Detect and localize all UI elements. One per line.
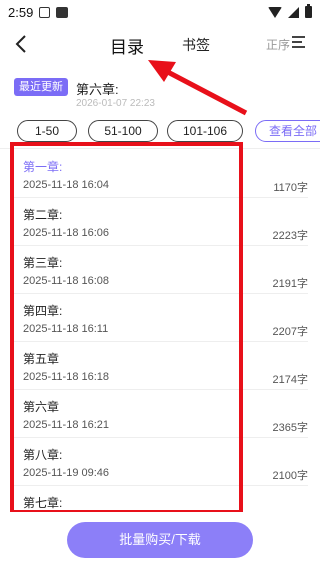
range-pill-101-106[interactable]: 101-106 — [167, 120, 243, 142]
back-button[interactable] — [10, 32, 34, 56]
notification-icon — [39, 6, 51, 18]
tab-bookmarks[interactable]: 书签 — [182, 35, 210, 55]
chapter-title: 第四章: — [23, 304, 63, 318]
chapter-title: 第五章 — [23, 352, 60, 366]
range-pill-1-50[interactable]: 1-50 — [17, 120, 77, 142]
chapter-date: 2025-11-18 16:11 — [23, 323, 109, 335]
chapter-word-count: 2365字 — [272, 422, 308, 434]
chapter-title: 第三章: — [23, 256, 63, 270]
sort-order-toggle[interactable]: 正序 — [266, 36, 290, 53]
chapter-item[interactable]: 第三章: 2025-11-18 16:08 2191字 — [12, 246, 308, 294]
chapter-item[interactable]: 第一章: 2025-11-18 16:04 1170字 — [12, 150, 308, 198]
chapter-word-count: 2207字 — [272, 326, 308, 338]
chapter-word-count: 2191字 — [272, 278, 308, 290]
wifi-icon — [268, 6, 282, 18]
chapter-date: 2025-11-19 09:46 — [23, 467, 110, 479]
chapter-title: 第一章: — [23, 160, 63, 174]
battery-icon — [305, 4, 312, 18]
latest-chapter-title: 第六章: — [76, 82, 119, 97]
image-notification-icon — [56, 6, 69, 18]
status-bar: 2:59 — [0, 0, 320, 24]
status-time: 2:59 — [8, 4, 34, 20]
chapter-word-count: 2174字 — [272, 374, 308, 386]
chapter-title: 第六章 — [23, 400, 60, 414]
chapter-item[interactable]: 第六章 2025-11-18 16:21 2365字 — [12, 390, 308, 438]
nav-bar: 目录 书签 正序 — [0, 24, 320, 64]
chapter-title: 第二章: — [23, 208, 63, 222]
range-pill-51-100[interactable]: 51-100 — [88, 120, 158, 142]
signal-icon — [288, 6, 299, 18]
chapter-word-count: 2223字 — [272, 230, 308, 242]
chapter-range-tabs: 1-50 51-100 101-106 查看全部 — [17, 120, 320, 144]
chapter-date: 2025-11-18 16:21 — [23, 419, 110, 431]
divider — [0, 148, 320, 149]
chapter-title: 第八章: — [23, 448, 63, 462]
chapter-item[interactable]: 第五章 2025-11-18 16:18 2174字 — [12, 342, 308, 390]
latest-update[interactable]: 最近更新 第六章: 2026-01-07 22:23 — [14, 78, 314, 114]
chapter-item[interactable]: 第二章: 2025-11-18 16:06 2223字 — [12, 198, 308, 246]
view-all-button[interactable]: 查看全部 — [255, 120, 320, 142]
chevron-left-icon — [15, 35, 26, 53]
bulk-buy-download-button[interactable]: 批量购买/下载 — [67, 522, 253, 558]
chapter-word-count: 2100字 — [272, 470, 308, 482]
chapter-word-count: 1170字 — [273, 182, 308, 194]
tab-contents[interactable]: 目录 — [110, 33, 144, 58]
chapter-list: 第一章: 2025-11-18 16:04 1170字第二章: 2025-11-18 … — [12, 150, 308, 510]
chapter-item[interactable]: 第四章: 2025-11-18 16:11 2207字 — [12, 294, 308, 342]
sort-lines-icon[interactable] — [292, 36, 308, 50]
chapter-title: 第七章: — [23, 496, 63, 510]
chapter-item[interactable]: 第七章: — [12, 486, 308, 510]
latest-update-time: 2026-01-07 22:23 — [76, 98, 155, 109]
chapter-item[interactable]: 第八章: 2025-11-19 09:46 2100字 — [12, 438, 308, 486]
chapter-date: 2025-11-18 16:18 — [23, 371, 110, 383]
chapter-date: 2025-11-18 16:04 — [23, 179, 110, 191]
latest-update-badge: 最近更新 — [14, 78, 68, 96]
bottom-bar: 批量购买/下载 — [0, 512, 320, 568]
chapter-date: 2025-11-18 16:06 — [23, 227, 110, 239]
chapter-date: 2025-11-18 16:08 — [23, 275, 110, 287]
